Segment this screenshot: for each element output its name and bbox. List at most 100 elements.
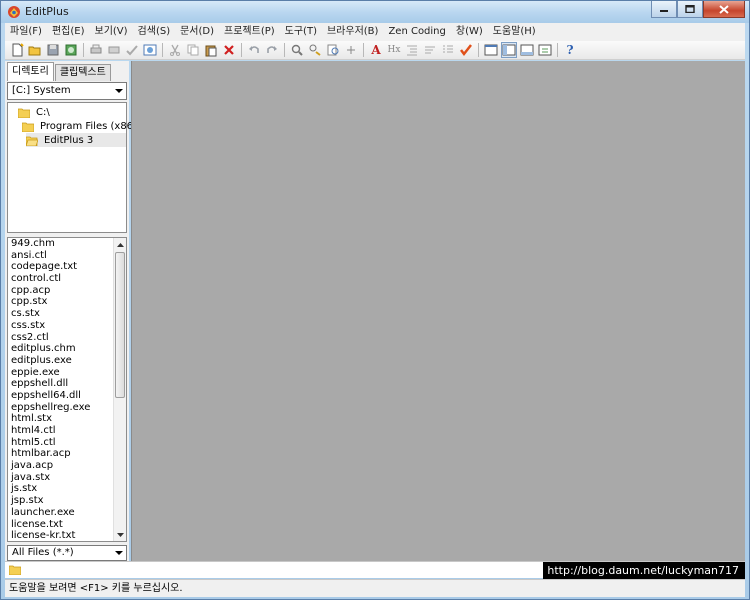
file-filter-select[interactable]: All Files (*.*) <box>7 545 127 561</box>
file-item[interactable]: htmlbar.acp <box>8 448 126 460</box>
save-button[interactable] <box>45 42 61 58</box>
app-window: EditPlus 파일(F) 편집(E) 보기(V) 검색(S) 문서(D) 프… <box>0 0 750 600</box>
toolbar-separator <box>557 43 558 57</box>
check-button[interactable] <box>458 42 474 58</box>
file-item[interactable]: editplus.chm <box>8 343 126 355</box>
cut-button[interactable] <box>167 42 183 58</box>
menu-help[interactable]: 도움말(H) <box>488 23 541 41</box>
file-item[interactable]: license-kr.txt <box>8 530 126 541</box>
file-item[interactable]: cpp.stx <box>8 296 126 308</box>
file-item[interactable]: cpp.acp <box>8 285 126 297</box>
chevron-down-icon <box>115 89 123 93</box>
indent-button[interactable] <box>404 42 420 58</box>
file-filter-value: All Files (*.*) <box>12 547 74 558</box>
file-item[interactable]: editplus.exe <box>8 355 126 367</box>
menu-file[interactable]: 파일(F) <box>5 23 47 41</box>
title-bar[interactable]: EditPlus <box>1 1 749 23</box>
browser-view-button[interactable] <box>142 42 158 58</box>
menu-document[interactable]: 문서(D) <box>175 23 219 41</box>
menu-tools[interactable]: 도구(T) <box>280 23 322 41</box>
close-button[interactable] <box>703 1 745 18</box>
file-item[interactable]: license.txt <box>8 519 126 531</box>
hex-view-button[interactable]: Hx <box>386 42 402 58</box>
scroll-up-button[interactable] <box>114 238 126 251</box>
status-text: 도움말을 보려면 <F1> 키를 누르십시오. <box>9 583 183 594</box>
file-item[interactable]: html4.ctl <box>8 425 126 437</box>
menu-browser[interactable]: 브라우저(B) <box>322 23 383 41</box>
menu-project[interactable]: 프로젝트(P) <box>219 23 280 41</box>
menu-window[interactable]: 창(W) <box>451 23 488 41</box>
file-item[interactable]: control.ctl <box>8 273 126 285</box>
scroll-thumb[interactable] <box>115 252 125 398</box>
menu-view[interactable]: 보기(V) <box>90 23 133 41</box>
print-preview-button[interactable] <box>106 42 122 58</box>
new-file-button[interactable] <box>9 42 25 58</box>
print-button[interactable] <box>88 42 104 58</box>
file-item[interactable]: ansi.ctl <box>8 250 126 262</box>
drive-select-value: [C:] System <box>12 85 71 96</box>
file-item[interactable]: eppshell.dll <box>8 378 126 390</box>
redo-icon <box>267 46 277 53</box>
tree-item-root[interactable]: C:\ <box>17 105 50 119</box>
file-item[interactable]: html5.ctl <box>8 437 126 449</box>
paste-button[interactable] <box>203 42 219 58</box>
folder-icon[interactable] <box>8 564 22 576</box>
copy-icon <box>187 44 199 56</box>
file-item[interactable]: css.stx <box>8 320 126 332</box>
file-item[interactable]: html.stx <box>8 413 126 425</box>
file-item[interactable]: java.acp <box>8 460 126 472</box>
redo-button[interactable] <box>264 42 280 58</box>
editor-area[interactable] <box>131 61 745 561</box>
font-button[interactable]: A <box>368 42 384 58</box>
file-item[interactable]: launcher.exe <box>8 507 126 519</box>
find-icon <box>291 44 303 56</box>
output-window-button[interactable] <box>519 42 535 58</box>
replace-button[interactable] <box>307 42 323 58</box>
document-selector-button[interactable] <box>483 42 499 58</box>
scroll-down-button[interactable] <box>114 528 126 541</box>
delete-button[interactable] <box>221 42 237 58</box>
chevron-up-icon <box>116 242 124 247</box>
paste-icon <box>205 45 217 57</box>
file-list-scrollbar[interactable] <box>113 238 126 541</box>
spell-check-button[interactable] <box>124 42 140 58</box>
cut-icon <box>170 44 180 56</box>
tab-directory[interactable]: 디렉토리 <box>7 62 54 81</box>
line-number-button[interactable] <box>440 42 456 58</box>
file-item[interactable]: css2.ctl <box>8 332 126 344</box>
menu-zen-coding[interactable]: Zen Coding <box>383 23 450 41</box>
file-item[interactable]: eppshell64.dll <box>8 390 126 402</box>
goto-button[interactable] <box>343 42 359 58</box>
toolbar-separator <box>284 43 285 57</box>
file-item[interactable]: eppie.exe <box>8 367 126 379</box>
hex-icon: Hx <box>387 45 401 55</box>
replace-icon <box>309 44 321 56</box>
save-all-button[interactable] <box>63 42 79 58</box>
maximize-button[interactable] <box>677 1 703 18</box>
find-in-files-button[interactable] <box>325 42 341 58</box>
tab-cliptext[interactable]: 클립텍스트 <box>54 64 111 81</box>
find-button[interactable] <box>289 42 305 58</box>
copy-button[interactable] <box>185 42 201 58</box>
undo-button[interactable] <box>246 42 262 58</box>
word-wrap-button[interactable] <box>422 42 438 58</box>
file-item[interactable]: 949.chm <box>8 238 126 250</box>
file-item[interactable]: jsp.stx <box>8 495 126 507</box>
menu-edit[interactable]: 편집(E) <box>47 23 90 41</box>
directory-window-button[interactable] <box>501 42 517 58</box>
file-item[interactable]: js.stx <box>8 483 126 495</box>
file-item[interactable]: eppshellreg.exe <box>8 402 126 414</box>
file-item[interactable]: cs.stx <box>8 308 126 320</box>
tree-item-editplus[interactable]: EditPlus 3 <box>25 133 126 147</box>
drive-select[interactable]: [C:] System <box>7 82 127 100</box>
editplus-app-icon[interactable] <box>7 5 21 19</box>
open-button[interactable] <box>27 42 43 58</box>
file-item[interactable]: codepage.txt <box>8 261 126 273</box>
minimize-button[interactable] <box>651 1 677 18</box>
help-button[interactable]: ? <box>562 42 578 58</box>
menu-search[interactable]: 검색(S) <box>133 23 176 41</box>
tree-item-program-files[interactable]: Program Files (x86) <box>21 119 137 133</box>
file-item[interactable]: java.stx <box>8 472 126 484</box>
cliptext-window-button[interactable] <box>537 42 553 58</box>
directory-tree: C:\ Program Files (x86) EditPlus 3 <box>7 102 137 233</box>
